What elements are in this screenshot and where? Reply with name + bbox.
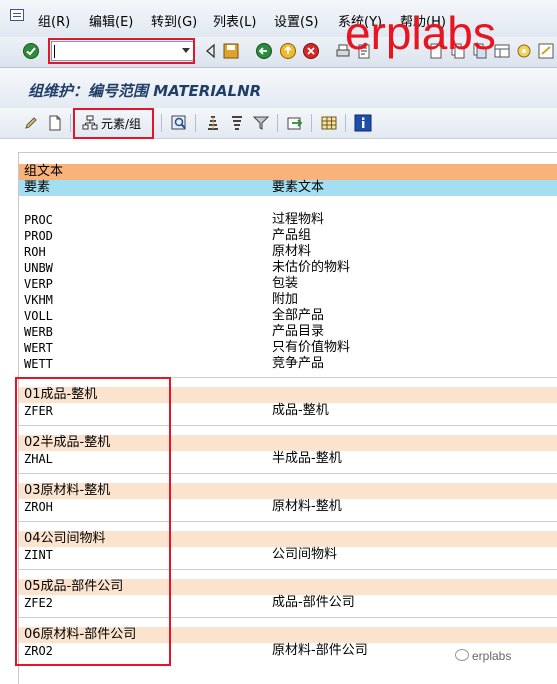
watermark-text: erplabs <box>345 7 496 59</box>
wechat-icon <box>455 649 469 661</box>
element-text: 过程物料 <box>272 212 325 227</box>
group-text-header-label: 组文本 <box>24 164 64 179</box>
column-header: 要素 要素文本 <box>19 180 557 196</box>
menu-edit[interactable]: 编辑(E) <box>89 11 133 30</box>
toolbar-separator <box>70 114 71 132</box>
element-text: 只有价值物料 <box>272 340 351 355</box>
detail-icon[interactable] <box>170 114 188 132</box>
element-text: 成品-整机 <box>272 403 329 418</box>
element-text-header-label: 要素文本 <box>272 180 325 195</box>
list-item[interactable]: PROC 过程物料 <box>19 212 557 228</box>
element-header-label: 要素 <box>24 180 51 195</box>
export-icon[interactable] <box>286 114 304 132</box>
list-item[interactable]: WERT 只有价值物料 <box>19 340 557 356</box>
element-code: WERT <box>24 341 53 355</box>
element-code: PROC <box>24 213 53 227</box>
element-text: 全部产品 <box>272 308 325 323</box>
list-item[interactable]: VKHM 附加 <box>19 292 557 308</box>
element-code: VKHM <box>24 293 53 307</box>
menu-list[interactable]: 列表(L) <box>213 11 256 30</box>
pencil-icon[interactable] <box>22 114 40 132</box>
list-item[interactable]: WETT 竞争产品 <box>19 356 557 372</box>
group-text-header: 组文本 <box>19 164 557 180</box>
table-icon[interactable] <box>320 114 338 132</box>
element-text: 成品-部件公司 <box>272 595 355 610</box>
toolbar-separator <box>311 114 312 132</box>
element-text: 未估价的物料 <box>272 260 351 275</box>
cancel-icon[interactable] <box>302 42 320 60</box>
highlight-elements-groups-button <box>73 108 154 139</box>
title-bar: 组维护：编号范围 MATERIALNR <box>0 68 557 108</box>
element-text: 原材料-部件公司 <box>272 643 368 658</box>
element-text: 半成品-整机 <box>272 451 342 466</box>
element-code: WERB <box>24 325 53 339</box>
element-text: 竞争产品 <box>272 356 325 371</box>
element-code: WETT <box>24 357 53 371</box>
list-item[interactable]: PROD 产品组 <box>19 228 557 244</box>
page-title: 组维护：编号范围 MATERIALNR <box>28 82 262 100</box>
toolbar-separator <box>195 114 196 132</box>
element-text: 产品组 <box>272 228 312 243</box>
save-icon[interactable] <box>222 42 240 60</box>
list-item[interactable]: VOLL 全部产品 <box>19 308 557 324</box>
toolbar-separator <box>345 114 346 132</box>
element-code: VOLL <box>24 309 53 323</box>
exit-icon[interactable] <box>279 42 297 60</box>
element-code: ROH <box>24 245 46 259</box>
filter-icon[interactable] <box>252 114 270 132</box>
element-text: 原材料-整机 <box>272 499 342 514</box>
element-code: VERP <box>24 277 53 291</box>
help-icon[interactable] <box>537 42 555 60</box>
element-text: 原材料 <box>272 244 312 259</box>
list-item[interactable]: ROH 原材料 <box>19 244 557 260</box>
highlight-command-field <box>48 38 195 64</box>
info-icon[interactable] <box>354 114 372 132</box>
wechat-label: erplabs <box>472 649 512 663</box>
list-item[interactable]: WERB 产品目录 <box>19 324 557 340</box>
customize-icon[interactable] <box>515 42 533 60</box>
element-code: PROD <box>24 229 53 243</box>
toolbar-separator <box>161 114 162 132</box>
back-icon[interactable] <box>255 42 273 60</box>
system-menu-icon[interactable] <box>10 9 24 21</box>
list-item[interactable]: UNBW 未估价的物料 <box>19 260 557 276</box>
sort-ascending-icon[interactable] <box>204 114 222 132</box>
sort-descending-icon[interactable] <box>228 114 246 132</box>
menu-goto[interactable]: 转到(G) <box>151 11 197 30</box>
menu-settings[interactable]: 设置(S) <box>274 11 318 30</box>
element-text: 包装 <box>272 276 299 291</box>
enter-icon[interactable] <box>22 42 40 60</box>
element-text: 产品目录 <box>272 324 325 339</box>
element-text: 公司间物料 <box>272 547 338 562</box>
highlight-groups <box>15 377 171 666</box>
menu-group[interactable]: 组(R) <box>38 11 70 30</box>
list-item[interactable]: VERP 包装 <box>19 276 557 292</box>
toolbar-separator <box>277 114 278 132</box>
back-arrow-icon[interactable] <box>202 42 220 60</box>
create-icon[interactable] <box>46 114 64 132</box>
element-code: UNBW <box>24 261 53 275</box>
element-text: 附加 <box>272 292 299 307</box>
